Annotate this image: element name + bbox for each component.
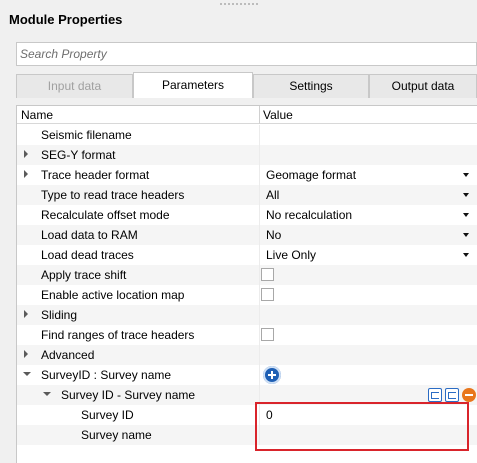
property-label: Seismic filename — [41, 128, 132, 142]
collapse-icon[interactable] — [23, 372, 31, 376]
property-label: Load dead traces — [41, 248, 134, 262]
chevron-down-icon[interactable] — [463, 193, 469, 197]
property-label: Survey name — [81, 428, 152, 442]
property-label: Apply trace shift — [41, 268, 127, 282]
property-label: Load data to RAM — [41, 228, 138, 242]
module-properties-panel: Module Properties Input data Parameters … — [0, 0, 477, 463]
search-input[interactable] — [20, 43, 476, 65]
property-row-surveyid[interactable]: SurveyID : Survey name — [17, 365, 477, 385]
property-row-advanced[interactable]: Advanced — [17, 345, 477, 365]
row-divider — [259, 125, 260, 145]
row-divider — [259, 145, 260, 165]
recalculate-offset-select[interactable]: No recalculation — [266, 208, 352, 222]
find-ranges-checkbox[interactable] — [261, 328, 274, 341]
property-row-seismic-filename[interactable]: Seismic filename — [17, 125, 477, 145]
tab-settings[interactable]: Settings — [253, 74, 369, 98]
property-label: Trace header format — [41, 168, 150, 182]
property-label: Find ranges of trace headers — [41, 328, 195, 342]
property-row-apply-trace-shift[interactable]: Apply trace shift — [17, 265, 477, 285]
property-row-load-data-to-ram[interactable]: Load data to RAM No — [17, 225, 477, 245]
row-divider — [259, 365, 260, 385]
property-row-load-dead-traces[interactable]: Load dead traces Live Only — [17, 245, 477, 265]
tab-output-data[interactable]: Output data — [369, 74, 477, 98]
property-label: Survey ID — [81, 408, 134, 422]
property-label: Survey ID - Survey name — [61, 388, 196, 402]
minus-circle-icon[interactable] — [462, 388, 476, 402]
row-divider — [259, 225, 260, 245]
property-row-recalculate-offset-mode[interactable]: Recalculate offset mode No recalculation — [17, 205, 477, 225]
load-dead-traces-select[interactable]: Live Only — [266, 248, 316, 262]
chevron-down-icon[interactable] — [463, 173, 469, 177]
row-divider — [259, 345, 260, 365]
chevron-down-icon[interactable] — [463, 213, 469, 217]
row-divider — [259, 205, 260, 225]
property-row-type-to-read-trace-headers[interactable]: Type to read trace headers All — [17, 185, 477, 205]
property-label: SurveyID : Survey name — [41, 368, 172, 382]
property-row-segy-format[interactable]: SEG-Y format — [17, 145, 477, 165]
row-divider — [259, 325, 260, 345]
row-divider — [259, 165, 260, 185]
property-label: SEG-Y format — [41, 148, 116, 162]
collapse-icon[interactable] — [43, 392, 51, 396]
row-divider — [259, 185, 260, 205]
grid-header: Name Value — [17, 106, 477, 124]
column-value-header: Value — [263, 108, 293, 122]
row-divider — [259, 305, 260, 325]
property-label: Advanced — [41, 348, 95, 362]
enable-location-map-checkbox[interactable] — [261, 288, 274, 301]
expand-icon[interactable] — [24, 310, 28, 318]
property-row-enable-active-location-map[interactable]: Enable active location map — [17, 285, 477, 305]
expand-icon[interactable] — [24, 170, 28, 178]
expand-icon[interactable] — [24, 150, 28, 158]
apply-trace-shift-checkbox[interactable] — [261, 268, 274, 281]
load-data-to-ram-select[interactable]: No — [266, 228, 281, 242]
trace-header-format-select[interactable]: Geomage format — [266, 168, 356, 182]
plus-circle-icon[interactable] — [263, 366, 281, 384]
search-box[interactable] — [16, 42, 477, 66]
row-divider — [259, 285, 260, 305]
property-label: Recalculate offset mode — [41, 208, 170, 222]
chevron-down-icon[interactable] — [463, 253, 469, 257]
column-name-header: Name — [21, 108, 54, 122]
property-label: Enable active location map — [41, 288, 185, 302]
paste-icon[interactable] — [445, 388, 459, 402]
row-divider — [259, 265, 260, 285]
tab-parameters[interactable]: Parameters — [133, 72, 253, 98]
property-row-find-ranges[interactable]: Find ranges of trace headers — [17, 325, 477, 345]
row-divider — [259, 245, 260, 265]
property-row-sliding[interactable]: Sliding — [17, 305, 477, 325]
drag-grip[interactable] — [219, 2, 259, 6]
chevron-down-icon[interactable] — [463, 233, 469, 237]
highlight-box — [255, 402, 469, 451]
property-label: Sliding — [41, 308, 78, 322]
column-divider[interactable] — [259, 106, 260, 124]
expand-icon[interactable] — [24, 350, 28, 358]
copy-icon[interactable] — [428, 388, 442, 402]
property-row-trace-header-format[interactable]: Trace header format Geomage format — [17, 165, 477, 185]
tab-bar: Input data Parameters Settings Output da… — [16, 72, 477, 98]
panel-title: Module Properties — [9, 12, 123, 27]
tab-input-data: Input data — [16, 74, 133, 98]
type-to-read-select[interactable]: All — [266, 188, 279, 202]
property-label: Type to read trace headers — [41, 188, 185, 202]
